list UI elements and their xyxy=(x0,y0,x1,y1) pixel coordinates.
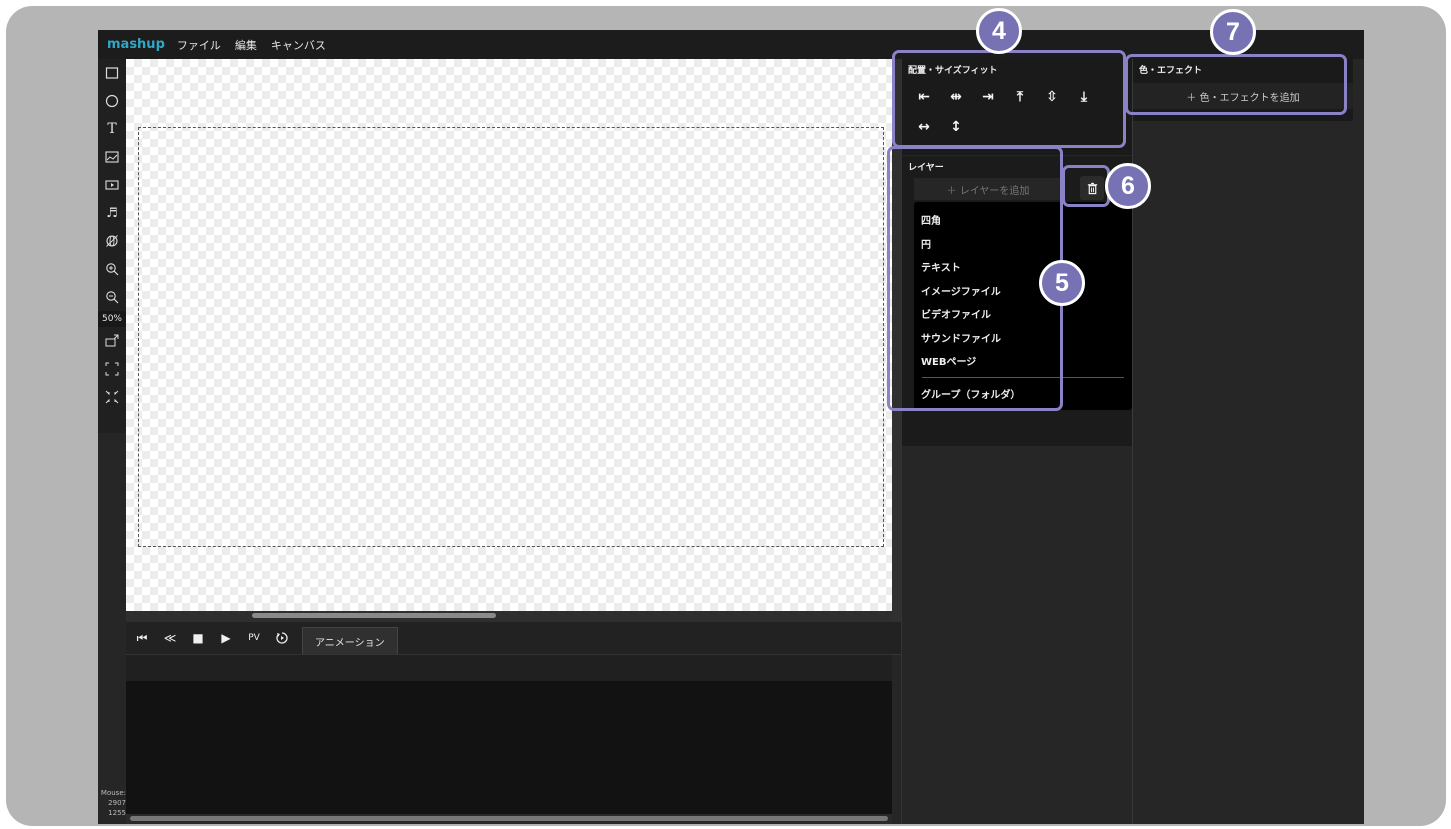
timeline-header xyxy=(126,655,892,681)
timeline-scrollbar-thumb[interactable] xyxy=(130,816,888,821)
callout-highlight-align xyxy=(892,50,1126,148)
canvas-horizontal-scrollbar[interactable] xyxy=(126,611,892,622)
menu-canvas[interactable]: キャンバス xyxy=(271,37,326,53)
shrink-button[interactable] xyxy=(98,383,126,411)
timeline-scrollbar[interactable] xyxy=(126,814,892,824)
image-tool-button[interactable] xyxy=(98,143,126,171)
fit-screen-icon xyxy=(105,334,119,347)
text-tool-button[interactable]: T xyxy=(98,115,126,143)
app-logo: mashup xyxy=(107,37,165,52)
menu-edit[interactable]: 編集 xyxy=(235,37,257,53)
timeline[interactable] xyxy=(126,681,892,814)
music-icon: ♬ xyxy=(106,205,118,221)
zoom-in-icon xyxy=(106,263,119,276)
artboard[interactable] xyxy=(138,127,884,547)
rect-tool-button[interactable] xyxy=(98,59,126,87)
shrink-icon xyxy=(105,390,119,404)
right-panel-column: 色・エフェクト ＋ 色・エフェクトを追加 xyxy=(1132,59,1364,824)
mouse-y: 1255 xyxy=(108,809,126,817)
callout-highlight-effect xyxy=(1125,54,1347,115)
scrollbar-thumb[interactable] xyxy=(252,613,496,618)
callout-number-4: 4 xyxy=(976,8,1022,54)
circle-icon xyxy=(105,94,119,108)
fullscreen-button[interactable] xyxy=(98,355,126,383)
play-button[interactable]: ▶ xyxy=(214,626,238,650)
zoom-in-button[interactable] xyxy=(98,255,126,283)
tool-palette: T ♬ 50% xyxy=(98,59,126,433)
pv-button[interactable]: PV xyxy=(242,626,266,650)
video-tool-button[interactable] xyxy=(98,171,126,199)
mouse-readout: Mouse: 2907 1255 xyxy=(98,788,126,818)
skip-start-button[interactable]: ⏮ xyxy=(130,626,154,650)
music-tool-button[interactable]: ♬ xyxy=(98,199,126,227)
fullscreen-icon xyxy=(105,362,119,376)
image-icon xyxy=(105,151,119,163)
video-icon xyxy=(105,180,119,190)
web-icon xyxy=(106,235,118,247)
zoom-level: 50% xyxy=(98,311,126,327)
playback-bar: ⏮ ≪ ■ ▶ PV アニメーション xyxy=(126,622,901,655)
zoom-out-button[interactable] xyxy=(98,283,126,311)
loop-icon xyxy=(276,632,288,644)
rewind-button[interactable]: ≪ xyxy=(158,626,182,650)
callout-number-5: 5 xyxy=(1039,260,1085,306)
circle-tool-button[interactable] xyxy=(98,87,126,115)
mouse-label: Mouse: xyxy=(100,789,126,797)
text-icon: T xyxy=(107,121,117,137)
stop-button[interactable]: ■ xyxy=(186,626,210,650)
app-window: mashup ファイル 編集 キャンバス T ♬ 50% Mouse: 2907… xyxy=(98,30,1364,824)
callout-highlight-trash xyxy=(1062,165,1110,207)
tab-animation[interactable]: アニメーション xyxy=(302,627,398,654)
canvas-area[interactable] xyxy=(126,59,892,611)
callout-highlight-layer xyxy=(887,146,1063,411)
rect-icon xyxy=(105,67,119,79)
callout-number-6: 6 xyxy=(1105,163,1151,209)
mouse-x: 2907 xyxy=(108,799,126,807)
menu-file[interactable]: ファイル xyxy=(177,37,221,53)
screenshot-frame: mashup ファイル 編集 キャンバス T ♬ 50% Mouse: 2907… xyxy=(6,6,1446,826)
web-tool-button[interactable] xyxy=(98,227,126,255)
callout-number-7: 7 xyxy=(1210,9,1256,55)
fit-screen-button[interactable] xyxy=(98,327,126,355)
loop-button[interactable] xyxy=(270,626,294,650)
zoom-out-icon xyxy=(106,291,119,304)
